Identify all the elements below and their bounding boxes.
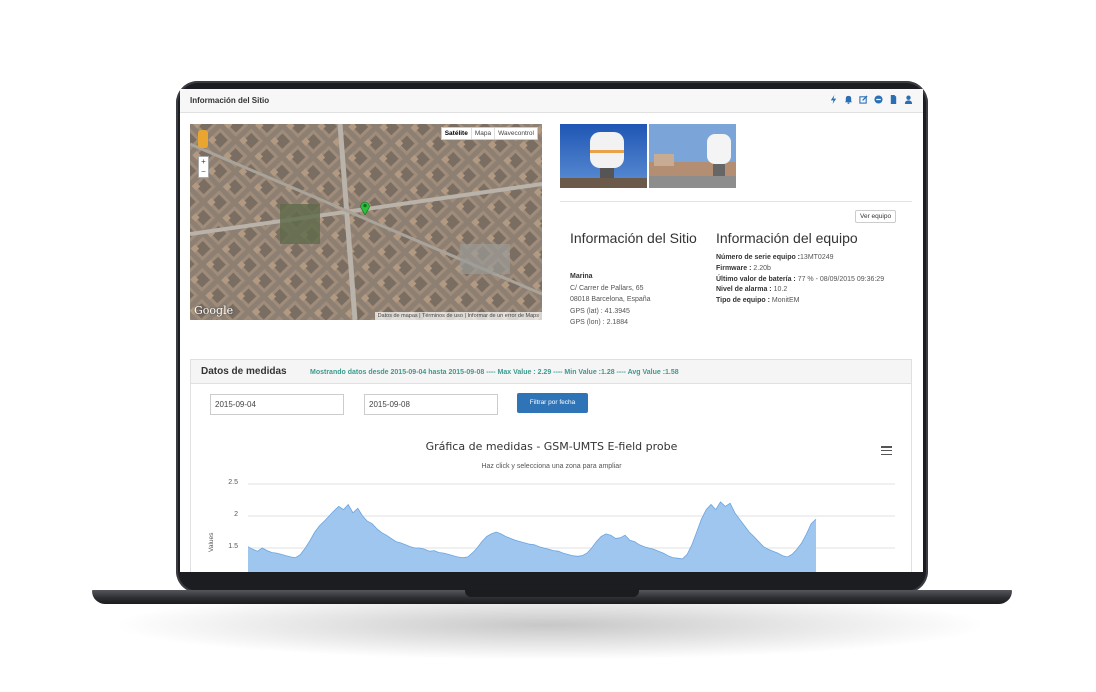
measurements-chart[interactable]: [180, 89, 923, 572]
laptop-screen: Información del Sitio + − Satélite Mapa …: [180, 89, 923, 572]
stage: Información del Sitio + − Satélite Mapa …: [0, 0, 1096, 692]
chart-area-series[interactable]: [248, 501, 816, 572]
laptop-notch: [465, 590, 639, 597]
